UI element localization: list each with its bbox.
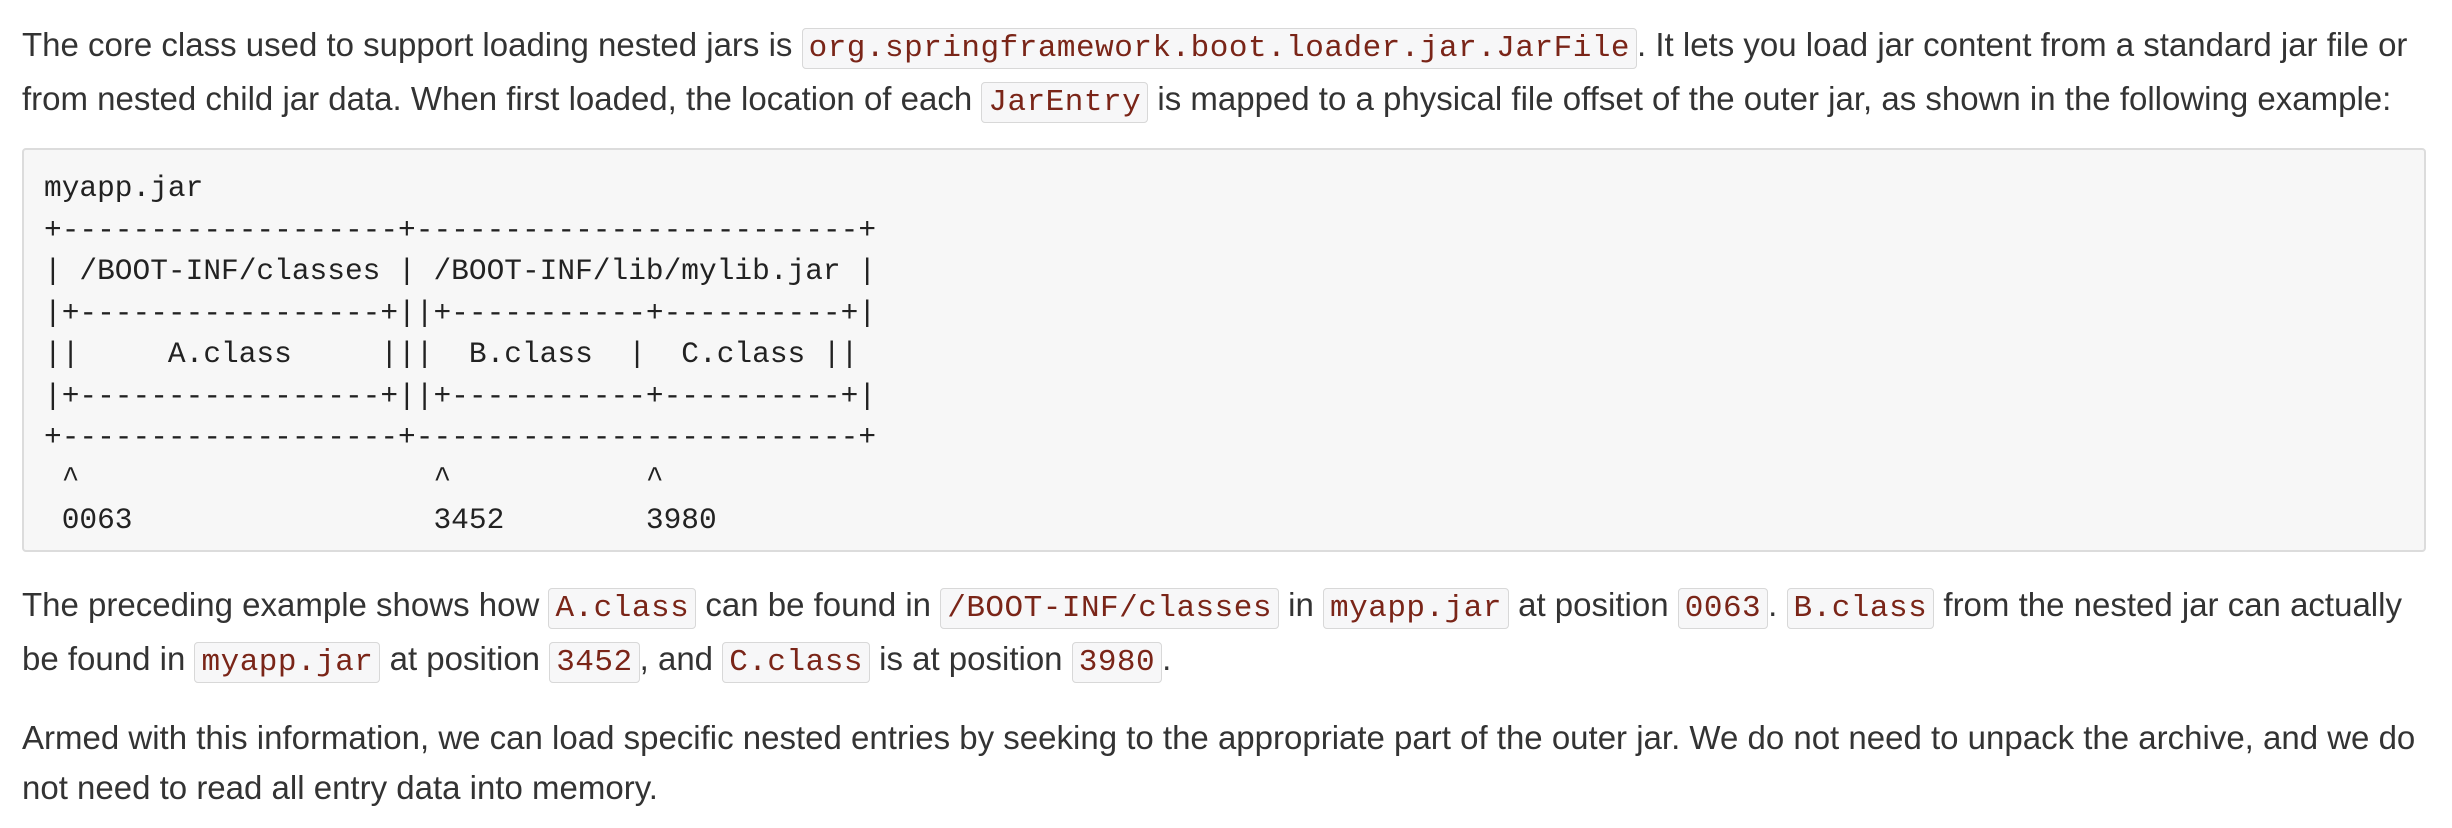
inline-code-position-0063: 0063 <box>1677 588 1769 629</box>
inline-code-position-3980: 3980 <box>1071 642 1163 683</box>
inline-code-position-3452: 3452 <box>549 642 640 683</box>
code-listing-block: myapp.jar +-------------------+---------… <box>22 148 2426 552</box>
inline-code-b-class: B.class <box>1786 588 1935 629</box>
inline-code-myapp-jar: myapp.jar <box>1323 588 1509 629</box>
inline-code-a-class: A.class <box>548 588 697 629</box>
inline-code-boot-inf-classes: /BOOT-INF/classes <box>940 588 1279 629</box>
paragraph-text: , and <box>639 640 723 677</box>
inline-code-c-class: C.class <box>722 642 870 683</box>
paragraph-text: at position <box>1508 586 1678 623</box>
paragraph-text: The preceding example shows how <box>22 586 549 623</box>
paragraph-text: can be found in <box>696 586 941 623</box>
inline-code-jarfile-class: org.springframework.boot.loader.jar.JarF… <box>801 28 1638 69</box>
inline-code-myapp-jar: myapp.jar <box>194 642 381 683</box>
paragraph-text: at position <box>380 640 550 677</box>
paragraph-text: The core class used to support loading n… <box>22 26 802 63</box>
jar-layout-diagram: myapp.jar +-------------------+---------… <box>44 171 877 537</box>
paragraph-text: . <box>1162 640 1172 677</box>
paragraph-example-explanation: The preceding example shows how A.class … <box>22 580 2430 688</box>
paragraph-text: is at position <box>869 640 1072 677</box>
paragraph-text: . <box>1768 586 1787 623</box>
paragraph-seeking-explanation: Armed with this information, we can load… <box>22 719 2416 806</box>
paragraph-jarfile-intro: The core class used to support loading n… <box>22 20 2430 128</box>
paragraph-text: in <box>1278 586 1324 623</box>
inline-code-jarentry: JarEntry <box>981 82 1149 123</box>
paragraph-text: is mapped to a physical file offset of t… <box>1148 80 2392 117</box>
